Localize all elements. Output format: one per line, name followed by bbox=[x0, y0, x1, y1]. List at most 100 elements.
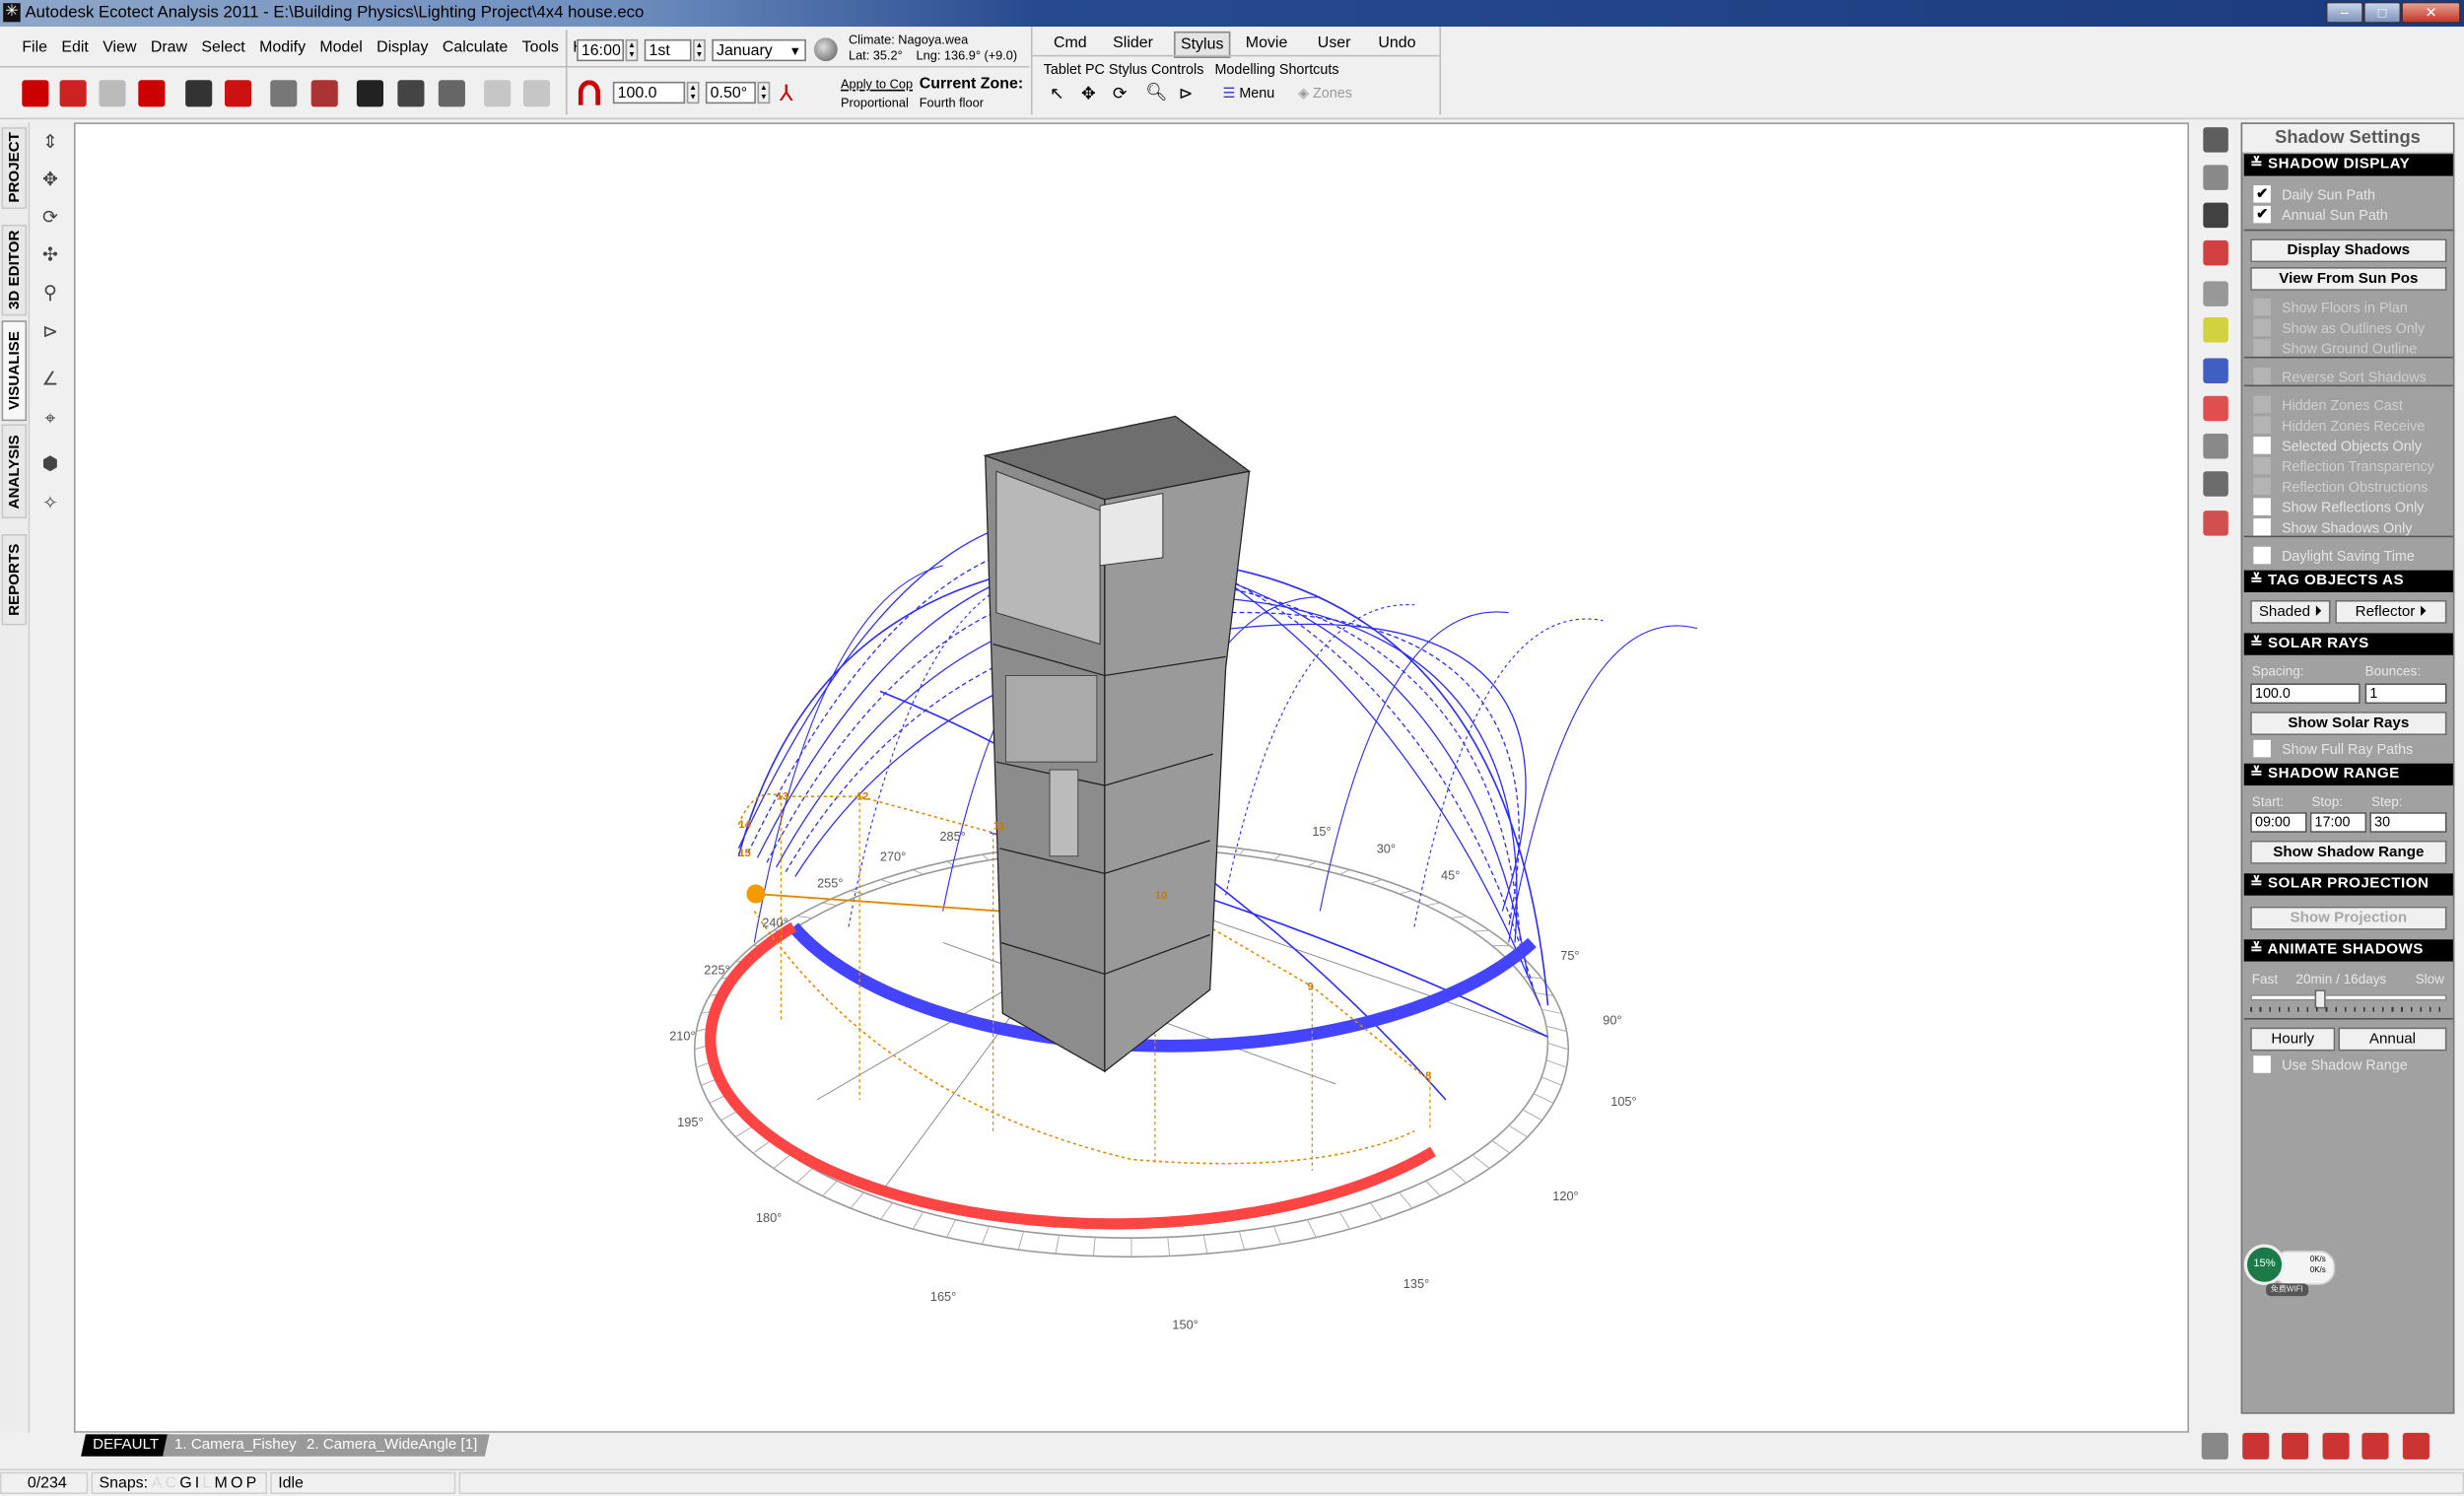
checkbox[interactable] bbox=[2253, 395, 2271, 414]
angle-spinner[interactable]: ▲ ▼ bbox=[757, 81, 771, 104]
tab-undo[interactable]: Undo bbox=[1370, 32, 1423, 55]
checkbox[interactable] bbox=[2253, 298, 2271, 316]
network-widget[interactable]: ↑ ↓ 0K/s 0K/s 15% 免费WIFI bbox=[2243, 1244, 2336, 1298]
gears-icon[interactable] bbox=[397, 80, 425, 107]
section-solar-rays[interactable]: ≚ SOLAR RAYS bbox=[2243, 633, 2453, 655]
side-tab-3d-editor[interactable]: 3D EDITOR bbox=[1, 224, 28, 316]
menu-view[interactable]: View bbox=[103, 39, 136, 57]
cube-view-icon[interactable]: ⬢ bbox=[39, 452, 61, 474]
snap-g[interactable]: G bbox=[179, 1475, 191, 1493]
start-input[interactable]: 09:00 bbox=[2250, 812, 2307, 833]
snap-value-input[interactable]: 100.0 bbox=[612, 81, 686, 104]
redo-icon[interactable] bbox=[522, 80, 551, 107]
orbit-icon[interactable]: ⟳ bbox=[1113, 83, 1128, 103]
pan-vertical-icon[interactable]: ⇕ bbox=[39, 130, 61, 152]
tool-b-icon[interactable] bbox=[2241, 1432, 2269, 1460]
undo-icon[interactable] bbox=[484, 80, 512, 107]
snap-p[interactable]: P bbox=[246, 1475, 257, 1493]
tab-cmd[interactable]: Cmd bbox=[1044, 32, 1097, 55]
3d-viewport[interactable] bbox=[73, 122, 2189, 1433]
day-spinner[interactable]: ▲ ▼ bbox=[693, 38, 706, 62]
globe-icon[interactable] bbox=[813, 37, 838, 62]
minimize-button[interactable]: – bbox=[2325, 1, 2363, 24]
material-icon[interactable] bbox=[310, 80, 338, 107]
option-hidden-zones-receive[interactable]: Hidden Zones Receive bbox=[2253, 415, 2425, 436]
dolly-icon[interactable]: ✣ bbox=[39, 243, 61, 265]
tool-d-icon[interactable] bbox=[2321, 1432, 2349, 1460]
section-shadow-display[interactable]: ≚ SHADOW DISPLAY bbox=[2243, 154, 2453, 176]
tool-e-icon[interactable] bbox=[2361, 1432, 2389, 1460]
menu-calculate[interactable]: Calculate bbox=[443, 39, 508, 57]
option-reflection-transparency[interactable]: Reflection Transparency bbox=[2253, 455, 2434, 476]
menu-draw[interactable]: Draw bbox=[151, 39, 187, 57]
show-full-ray-paths-checkbox[interactable]: Show Full Ray Paths bbox=[2253, 738, 2413, 759]
option-reverse-sort-shadows[interactable]: Reverse Sort Shadows bbox=[2253, 366, 2427, 386]
sun-icon[interactable] bbox=[2203, 317, 2228, 343]
magnet-snap-icon[interactable] bbox=[578, 80, 601, 105]
checkbox[interactable] bbox=[2253, 477, 2271, 496]
zoom-icon[interactable]: ⚲ bbox=[39, 281, 61, 303]
eye-icon[interactable] bbox=[2203, 281, 2228, 306]
option-selected-objects-only[interactable]: Selected Objects Only bbox=[2253, 436, 2422, 456]
section-tag-objects[interactable]: ≚ TAG OBJECTS AS bbox=[2243, 570, 2453, 592]
reflector-button[interactable]: Reflector ⏵ bbox=[2335, 599, 2447, 624]
side-tab-visualise[interactable]: VISUALISE bbox=[1, 320, 28, 422]
fit-view-icon[interactable]: ✧ bbox=[39, 492, 61, 513]
animation-speed-slider[interactable] bbox=[2250, 989, 2447, 1012]
zone-icon[interactable] bbox=[224, 80, 252, 107]
bin-icon[interactable] bbox=[2203, 433, 2228, 459]
snap-i[interactable]: I bbox=[195, 1475, 199, 1493]
display-shadows-button[interactable]: Display Shadows bbox=[2250, 238, 2447, 263]
checkbox[interactable] bbox=[2253, 1055, 2271, 1073]
checkbox[interactable]: ✔ bbox=[2253, 185, 2271, 203]
menu-select[interactable]: Select bbox=[201, 39, 244, 57]
step-input[interactable]: 30 bbox=[2369, 812, 2447, 833]
perspective-icon[interactable]: ⊳ bbox=[1179, 83, 1194, 103]
apply-to-cop-label[interactable]: Apply to Cop bbox=[841, 77, 913, 91]
menu-edit[interactable]: Edit bbox=[61, 39, 88, 57]
render-icon[interactable] bbox=[185, 80, 213, 107]
menu-display[interactable]: Display bbox=[376, 39, 428, 57]
menu-tools[interactable]: Tools bbox=[522, 39, 559, 57]
sun-settings-icon[interactable] bbox=[2203, 202, 2228, 229]
snap-a[interactable]: A bbox=[152, 1475, 163, 1493]
close-button[interactable]: ✕ bbox=[2401, 1, 2461, 24]
side-tab-project[interactable]: PROJECT bbox=[1, 127, 28, 210]
slider-thumb[interactable] bbox=[2314, 989, 2326, 1009]
option-hidden-zones-cast[interactable]: Hidden Zones Cast bbox=[2253, 394, 2403, 415]
spacing-input[interactable]: 100.0 bbox=[2250, 683, 2361, 705]
checkbox[interactable] bbox=[2253, 437, 2271, 454]
tab-movie[interactable]: Movie bbox=[1240, 32, 1293, 55]
select-arrow-icon[interactable]: ↖ bbox=[1050, 83, 1064, 103]
snap-l[interactable]: L bbox=[202, 1475, 211, 1493]
option-show-reflections-only[interactable]: Show Reflections Only bbox=[2253, 497, 2424, 517]
side-tab-analysis[interactable]: ANALYSIS bbox=[1, 424, 28, 519]
snap-c[interactable]: C bbox=[165, 1475, 176, 1493]
snap-spinner[interactable]: ▲ ▼ bbox=[686, 81, 700, 104]
daily-sun-path-checkbox[interactable]: ✔ Daily Sun Path bbox=[2253, 184, 2375, 205]
show-shadow-range-button[interactable]: Show Shadow Range bbox=[2250, 840, 2447, 864]
annual-button[interactable]: Annual bbox=[2338, 1027, 2447, 1052]
checkbox[interactable] bbox=[2253, 318, 2271, 337]
checkbox[interactable] bbox=[2253, 339, 2271, 357]
proportional-label[interactable]: Proportional bbox=[841, 96, 909, 109]
bounces-input[interactable]: 1 bbox=[2364, 683, 2447, 705]
pan-icon[interactable]: ✥ bbox=[1081, 83, 1096, 103]
tool-a-icon[interactable] bbox=[2201, 1432, 2228, 1460]
orbit-icon[interactable]: ⟳ bbox=[39, 206, 61, 228]
show-solar-rays-button[interactable]: Show Solar Rays bbox=[2250, 712, 2447, 736]
tab-user[interactable]: User bbox=[1308, 32, 1361, 55]
option-reflection-obstructions[interactable]: Reflection Obstructions bbox=[2253, 476, 2428, 497]
view-from-sun-pos-button[interactable]: View From Sun Pos bbox=[2250, 266, 2447, 291]
option-daylight-saving-time[interactable]: Daylight Saving Time bbox=[2253, 545, 2415, 566]
zones-button[interactable]: ◈ Zones bbox=[1298, 85, 1352, 102]
day-input[interactable]: 1st bbox=[644, 38, 692, 62]
time-spinner[interactable]: ▲ ▼ bbox=[625, 38, 639, 62]
option-show-as-outlines-only[interactable]: Show as Outlines Only bbox=[2253, 317, 2425, 338]
checkbox[interactable] bbox=[2253, 416, 2271, 434]
option-show-shadows-only[interactable]: Show Shadows Only bbox=[2253, 516, 2412, 537]
hourly-button[interactable]: Hourly bbox=[2250, 1027, 2336, 1052]
layer-icon[interactable] bbox=[270, 80, 298, 107]
option-show-ground-outline[interactable]: Show Ground Outline bbox=[2253, 338, 2417, 359]
save-icon[interactable] bbox=[99, 80, 126, 107]
